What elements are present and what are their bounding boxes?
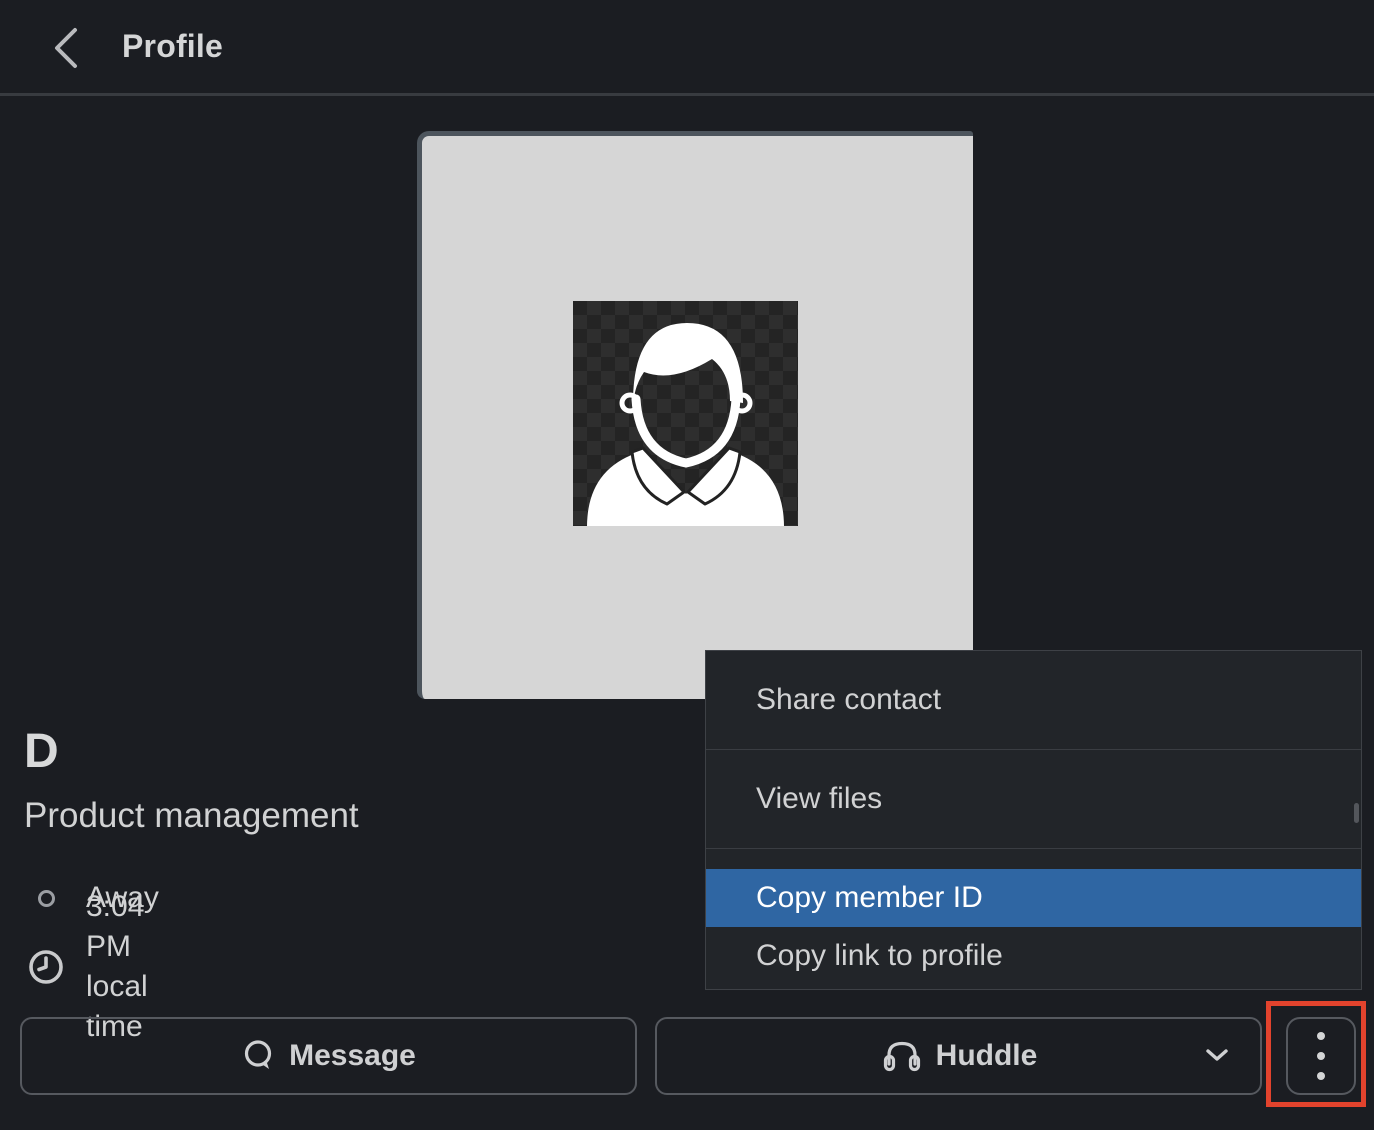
clock-icon [27,948,65,986]
default-avatar-image [573,301,798,526]
member-name: D [24,724,59,779]
more-actions-button[interactable] [1286,1017,1356,1095]
menu-item-copy-member-id[interactable]: Copy member ID [706,869,1361,927]
message-button-label: Message [289,1039,416,1073]
headphones-icon [880,1039,924,1073]
menu-group: Share contact [706,651,1361,749]
more-actions-context-menu: Share contact View files Copy member ID … [705,650,1362,990]
presence-away-icon [38,890,55,907]
chevron-left-icon [53,27,79,69]
speech-bubble-icon [241,1038,277,1074]
menu-scrollbar-thumb[interactable] [1354,803,1359,823]
kebab-dot [1317,1052,1325,1060]
chevron-down-icon[interactable] [1204,1046,1230,1064]
menu-group: Copy member ID Copy link to profile [706,848,1361,990]
menu-group: View files [706,749,1361,848]
kebab-dot [1317,1032,1325,1040]
message-button[interactable]: Message [20,1017,637,1095]
huddle-button-label: Huddle [936,1039,1038,1073]
menu-item-copy-link-to-profile[interactable]: Copy link to profile [706,927,1361,985]
page-title: Profile [122,0,223,93]
menu-item-share-contact[interactable]: Share contact [706,671,1361,729]
member-role: Product management [24,796,359,836]
huddle-button[interactable]: Huddle [655,1017,1262,1095]
profile-header: Profile [0,0,1374,96]
kebab-dot [1317,1072,1325,1080]
back-button[interactable] [44,22,88,74]
menu-item-view-files[interactable]: View files [706,770,1361,828]
